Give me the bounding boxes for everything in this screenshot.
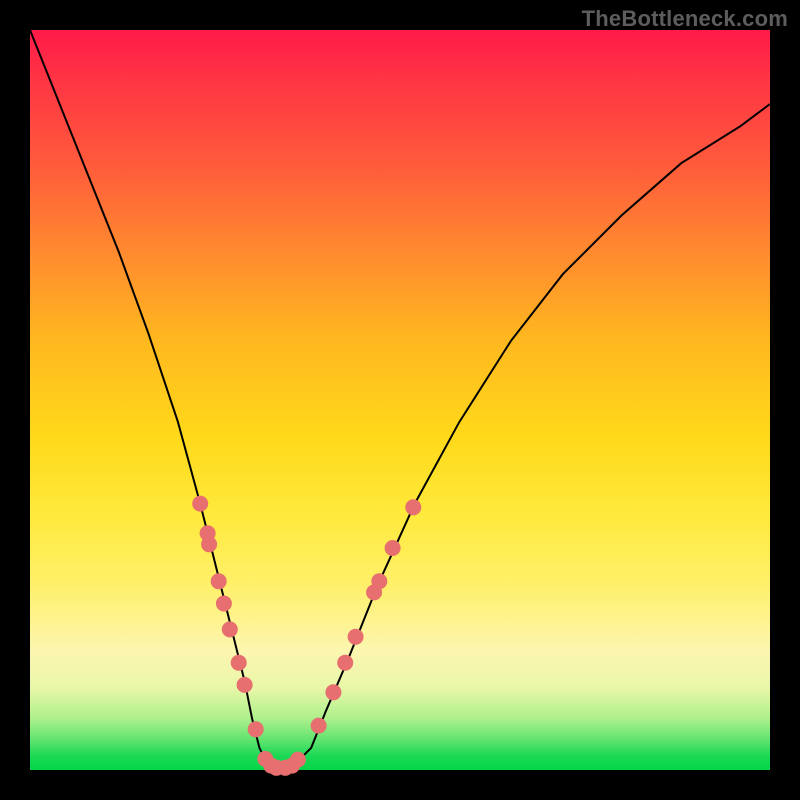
highlight-dot <box>216 596 232 612</box>
highlight-dot <box>405 499 421 515</box>
highlight-dot <box>311 718 327 734</box>
highlight-dot <box>237 677 253 693</box>
highlight-dot <box>337 655 353 671</box>
highlight-dot <box>201 536 217 552</box>
watermark-text: TheBottleneck.com <box>582 6 788 32</box>
highlight-dot <box>222 621 238 637</box>
highlight-dot <box>231 655 247 671</box>
bottleneck-curve <box>30 30 770 770</box>
highlight-dot <box>371 573 387 589</box>
chart-area <box>30 30 770 770</box>
bottleneck-plot <box>30 30 770 770</box>
highlight-dot <box>325 684 341 700</box>
highlight-dots-group <box>192 496 421 776</box>
highlight-dot <box>248 721 264 737</box>
highlight-dot <box>192 496 208 512</box>
highlight-dot <box>290 752 306 768</box>
highlight-dot <box>211 573 227 589</box>
highlight-dot <box>348 629 364 645</box>
highlight-dot <box>385 540 401 556</box>
